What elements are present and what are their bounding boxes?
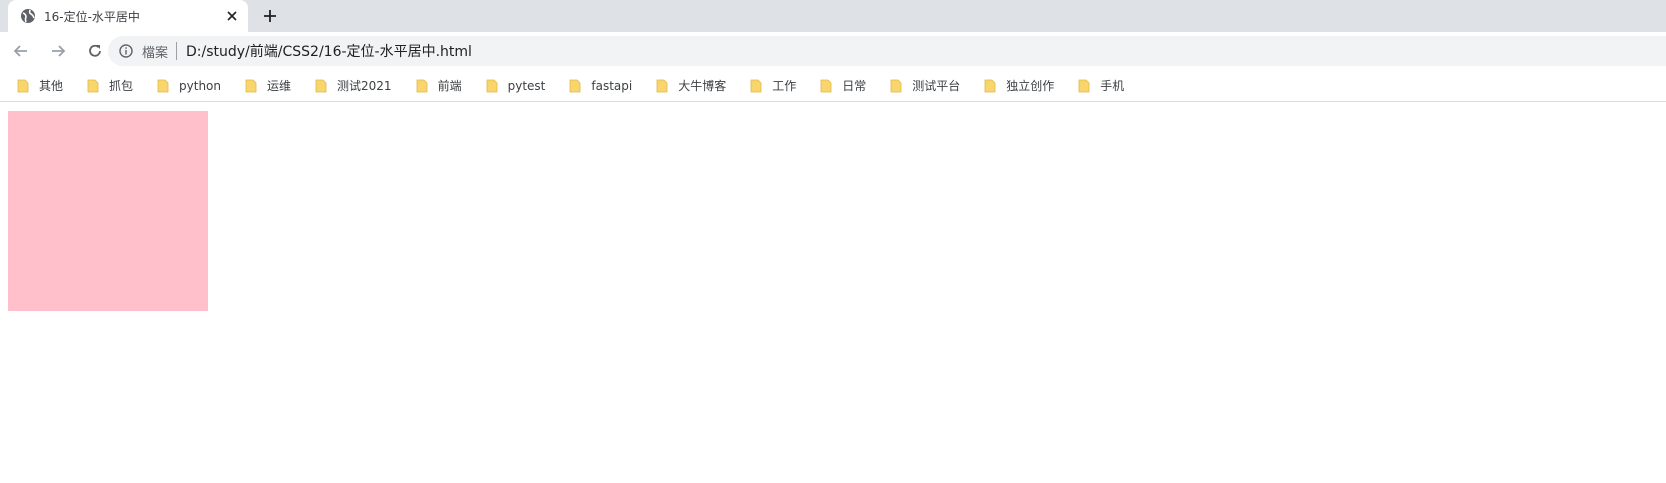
bookmark-folder[interactable]: pytest	[479, 73, 553, 99]
bookmark-folder[interactable]: 测试平台	[883, 73, 967, 99]
close-icon[interactable]	[224, 8, 240, 24]
bookmark-label: pytest	[507, 78, 546, 93]
forward-button[interactable]	[42, 35, 74, 67]
bookmark-label: 测试2021	[337, 79, 392, 93]
reload-button[interactable]	[79, 35, 111, 67]
bookmark-folder[interactable]: python	[150, 73, 228, 99]
globe-icon	[20, 8, 36, 24]
folder-icon	[750, 79, 762, 93]
bookmark-folder[interactable]: 手机	[1071, 73, 1131, 99]
folder-icon	[890, 79, 902, 93]
new-tab-button[interactable]	[260, 6, 280, 26]
folder-icon	[87, 79, 99, 93]
bookmark-label: fastapi	[591, 78, 633, 93]
active-tab[interactable]: 16-定位-水平居中	[8, 0, 248, 32]
back-arrow-icon	[13, 45, 27, 57]
folder-icon	[416, 79, 428, 93]
folder-icon	[569, 79, 581, 93]
folder-icon	[656, 79, 668, 93]
bookmark-folder[interactable]: 工作	[743, 73, 803, 99]
page-content	[0, 103, 1666, 483]
bookmark-label: python	[179, 78, 222, 93]
bookmarks-bar: 其他 抓包 python 运维 测试2021 前端 pytest fastapi…	[0, 70, 1666, 102]
bookmark-label: 测试平台	[912, 79, 961, 93]
folder-icon	[984, 79, 996, 93]
bookmark-label: 运维	[267, 79, 292, 93]
plus-icon	[264, 10, 276, 22]
bookmark-label: 工作	[772, 79, 797, 93]
bookmark-label: 前端	[437, 79, 462, 93]
bookmark-label: 抓包	[109, 79, 134, 93]
bookmark-folder[interactable]: 运维	[238, 73, 298, 99]
folder-icon	[245, 79, 257, 93]
bookmark-folder[interactable]: 前端	[409, 73, 469, 99]
bookmark-label: 独立创作	[1006, 79, 1055, 93]
omnibox-divider	[176, 42, 178, 60]
security-label[interactable]: 檔案	[142, 42, 168, 61]
reload-icon	[89, 44, 101, 57]
folder-icon	[820, 79, 832, 93]
bookmark-folder[interactable]: 抓包	[80, 73, 140, 99]
bookmark-label: 手机	[1100, 79, 1125, 93]
browser-toolbar: 檔案 D:/study/前端/CSS2/16-定位-水平居中.html	[0, 32, 1666, 70]
folder-icon	[315, 79, 327, 93]
folder-icon	[1078, 79, 1090, 93]
folder-icon	[486, 79, 498, 93]
folder-icon	[157, 79, 169, 93]
bookmark-folder[interactable]: 大牛博客	[649, 73, 733, 99]
bookmark-folder[interactable]: fastapi	[562, 73, 639, 99]
info-icon[interactable]	[118, 43, 134, 59]
bookmark-folder[interactable]: 独立创作	[977, 73, 1061, 99]
bookmark-folder[interactable]: 测试2021	[308, 73, 399, 99]
pink-box	[8, 111, 208, 311]
tab-strip: 16-定位-水平居中	[0, 0, 1666, 32]
address-bar[interactable]: 檔案 D:/study/前端/CSS2/16-定位-水平居中.html	[108, 36, 1666, 66]
back-button[interactable]	[5, 35, 37, 67]
bookmark-label: 大牛博客	[678, 79, 727, 93]
bookmark-folder[interactable]: 其他	[10, 73, 70, 99]
forward-arrow-icon	[52, 45, 66, 57]
tab-title: 16-定位-水平居中	[44, 9, 140, 24]
bookmark-label: 其他	[39, 79, 64, 93]
folder-icon	[17, 79, 29, 93]
bookmark-folder[interactable]: 日常	[813, 73, 873, 99]
bookmark-label: 日常	[842, 79, 867, 93]
url-text[interactable]: D:/study/前端/CSS2/16-定位-水平居中.html	[186, 41, 472, 61]
